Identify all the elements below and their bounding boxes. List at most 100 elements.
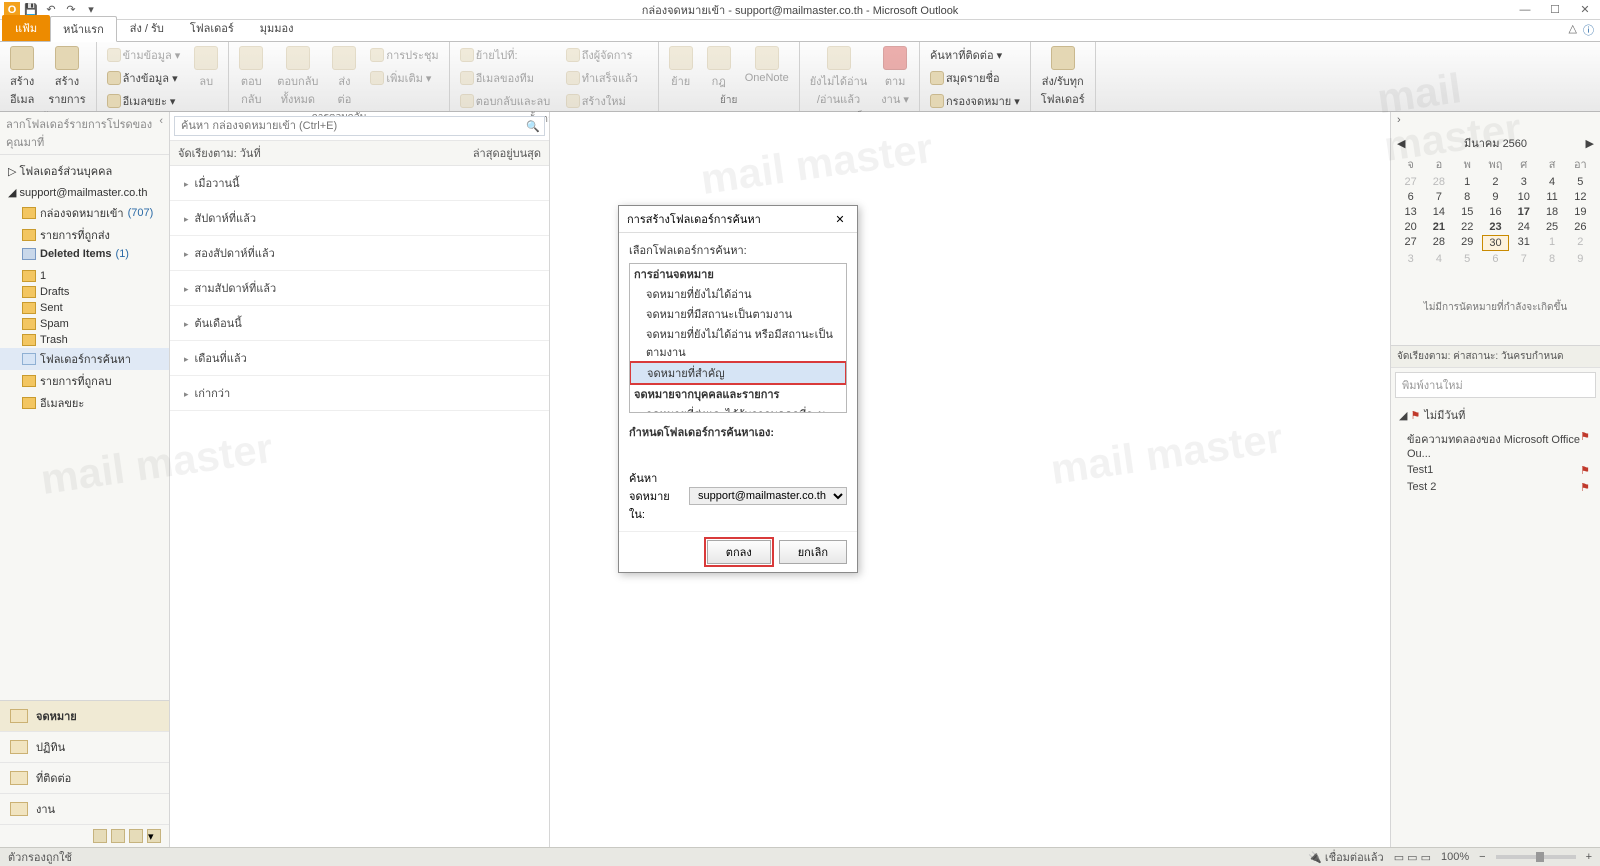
new-email-button[interactable]: สร้าง อีเมล <box>6 44 38 110</box>
view-buttons[interactable]: ▭ ▭ ▭ <box>1394 851 1431 864</box>
cal-prev-icon[interactable]: ◀ <box>1397 137 1405 150</box>
maximize-button[interactable]: ☐ <box>1540 0 1570 20</box>
nav-folder-1[interactable]: 1 <box>0 268 169 284</box>
list-item-selected[interactable]: จดหมายที่สำคัญ <box>630 362 846 384</box>
filter-mail[interactable]: กรองจดหมาย ▾ <box>926 90 1024 112</box>
sort-direction[interactable]: ล่าสุดอยู่บนสุด <box>473 144 541 162</box>
nav-search-folders[interactable]: โฟลเดอร์การค้นหา <box>0 348 169 370</box>
navbar-contacts[interactable]: ที่ติดต่อ <box>0 763 169 794</box>
sort-by-label[interactable]: จัดเรียงตาม: วันที่ <box>178 144 261 162</box>
list-group[interactable]: สามสัปดาห์ที่แล้ว <box>170 271 549 306</box>
task-item[interactable]: Test 2⚑ <box>1391 479 1600 496</box>
navbar-shortcuts[interactable]: ▾ <box>0 825 169 847</box>
quick-createnew[interactable]: สร้างใหม่ <box>562 90 652 112</box>
task-item[interactable]: Test1⚑ <box>1391 462 1600 479</box>
nav-all-deleted[interactable]: รายการที่ถูกลบ <box>0 370 169 392</box>
nav-deleted-items[interactable]: Deleted Items (1) <box>0 246 169 262</box>
no-appointments-label: ไม่มีการนัดหมายที่กำลังจะเกิดขึ้น <box>1391 270 1600 345</box>
group-move-label: ย้าย <box>665 93 793 109</box>
delete-button[interactable]: ลบ <box>190 44 222 92</box>
task-item[interactable]: ข้อความทดลองของ Microsoft Office Ou...⚑ <box>1391 428 1600 462</box>
tasks-sort-header[interactable]: จัดเรียงตาม: ค่าสถานะ: วันครบกำหนด <box>1391 346 1600 368</box>
nav-account[interactable]: ◢ support@mailmaster.co.th <box>0 183 169 202</box>
list-item[interactable]: จดหมายที่มีสถานะเป็นตามงาน <box>630 304 846 324</box>
nav-spam[interactable]: Spam <box>0 316 169 332</box>
onenote-button[interactable]: OneNote <box>741 44 793 86</box>
tab-send-receive[interactable]: ส่ง / รับ <box>117 15 177 41</box>
nav-favorites[interactable]: ▷ โฟลเดอร์ส่วนบุคคล <box>0 159 169 183</box>
forward-button[interactable]: ส่ง ต่อ <box>328 44 360 110</box>
address-book[interactable]: สมุดรายชื่อ <box>926 67 1024 89</box>
list-group[interactable]: เดือนที่แล้ว <box>170 341 549 376</box>
list-item[interactable]: จดหมายที่ส่งและได้รับจากบุคคลที่ระบุ <box>630 404 846 413</box>
list-item[interactable]: จดหมายที่ยังไม่ได้อ่าน หรือมีสถานะเป็นตา… <box>630 324 846 362</box>
todobar-collapse-icon[interactable]: › <box>1397 114 1401 126</box>
unread-button[interactable]: ยังไม่ได้อ่าน /อ่านแล้ว <box>806 44 872 110</box>
list-group[interactable]: สัปดาห์ที่แล้ว <box>170 201 549 236</box>
zoom-slider[interactable] <box>1496 855 1576 859</box>
nav-junk[interactable]: อีเมลขยะ <box>0 392 169 414</box>
tab-file[interactable]: แฟ้ม <box>2 15 50 41</box>
cal-next-icon[interactable]: ▶ <box>1586 137 1594 150</box>
new-items-button[interactable]: สร้าง รายการ <box>44 44 89 110</box>
reply-button[interactable]: ตอบ กลับ <box>235 44 267 110</box>
meeting-button[interactable]: การประชุม <box>366 44 442 66</box>
quick-tomgr[interactable]: ถึงผู้จัดการ <box>562 44 652 66</box>
quick-moveto[interactable]: ย้ายไปที่: <box>456 44 556 66</box>
zoom-in-icon[interactable]: + <box>1586 851 1592 863</box>
tab-folder[interactable]: โฟลเดอร์ <box>177 15 247 41</box>
quick-teammail[interactable]: อีเมลของทีม <box>456 67 556 89</box>
new-task-input[interactable]: พิมพ์งานใหม่ <box>1395 372 1596 398</box>
dialog-select-label: เลือกโฟลเดอร์การค้นหา: <box>629 241 847 259</box>
tab-view[interactable]: มุมมอง <box>247 15 307 41</box>
ribbon-minimize-icon[interactable]: △ <box>1569 22 1577 38</box>
navbar-mail[interactable]: จดหมาย <box>0 701 169 732</box>
navbar-calendar[interactable]: ปฏิทิน <box>0 732 169 763</box>
nav-drafts[interactable]: Drafts <box>0 284 169 300</box>
nav-sent-items[interactable]: รายการที่ถูกส่ง <box>0 224 169 246</box>
navbar-tasks[interactable]: งาน <box>0 794 169 825</box>
more-respond-button[interactable]: เพิ่มเติม ▾ <box>366 67 442 89</box>
navigation-pane: ลากโฟลเดอร์รายการโปรดของคุณมาที่‹ ▷ โฟลเ… <box>0 112 170 847</box>
calendar-grid[interactable]: จอพพฤศสอา2728123456789101112131415161718… <box>1397 154 1594 266</box>
todo-bar: › ◀ มีนาคม 2560 ▶ จอพพฤศสอา2728123456789… <box>1390 112 1600 847</box>
rules-button[interactable]: กฎ <box>703 44 735 92</box>
zoom-out-icon[interactable]: − <box>1479 851 1485 863</box>
followup-button[interactable]: ตาม งาน ▾ <box>877 44 913 110</box>
list-item[interactable]: จดหมายที่ยังไม่ได้อ่าน <box>630 284 846 304</box>
help-icon[interactable]: ⓘ <box>1583 22 1594 38</box>
nav-trash[interactable]: Trash <box>0 332 169 348</box>
find-contact[interactable]: ค้นหาที่ติดต่อ ▾ <box>926 44 1024 66</box>
close-button[interactable]: ✕ <box>1570 0 1600 20</box>
junk-button[interactable]: อีเมลขยะ ▾ <box>103 90 185 112</box>
mailbox-select[interactable]: support@mailmaster.co.th <box>689 487 847 505</box>
ok-button[interactable]: ตกลง <box>707 540 771 564</box>
dialog-customize-label: กำหนดโฟลเดอร์การค้นหาเอง: <box>629 423 847 441</box>
search-input[interactable] <box>175 117 522 135</box>
list-group[interactable]: เก่ากว่า <box>170 376 549 411</box>
list-category: จดหมายจากบุคคลและรายการ <box>630 384 846 404</box>
dialog-close-icon[interactable]: ✕ <box>831 210 849 228</box>
nav-sent[interactable]: Sent <box>0 300 169 316</box>
ignore-button[interactable]: ข้ามข้อมูล ▾ <box>103 44 185 66</box>
minimize-button[interactable]: — <box>1510 0 1540 20</box>
dialog-title: การสร้างโฟลเดอร์การค้นหา <box>627 210 761 228</box>
nav-collapse-icon[interactable]: ‹ <box>159 115 163 151</box>
move-button[interactable]: ย้าย <box>665 44 697 92</box>
list-group[interactable]: เมื่อวานนี้ <box>170 166 549 201</box>
search-folder-type-list[interactable]: การอ่านจดหมาย จดหมายที่ยังไม่ได้อ่าน จดห… <box>629 263 847 413</box>
cancel-button[interactable]: ยกเลิก <box>779 540 847 564</box>
task-group-nodate[interactable]: ◢ ⚑ไม่มีวันที่ <box>1391 402 1600 428</box>
reply-all-button[interactable]: ตอบกลับ ทั้งหมด <box>273 44 322 110</box>
cleanup-button[interactable]: ล้างข้อมูล ▾ <box>103 67 185 89</box>
search-box[interactable]: 🔍 <box>174 116 545 136</box>
date-navigator: ◀ มีนาคม 2560 ▶ จอพพฤศสอา272812345678910… <box>1391 128 1600 270</box>
list-group[interactable]: ต้นเดือนนี้ <box>170 306 549 341</box>
send-receive-all-button[interactable]: ส่ง/รับทุก โฟลเดอร์ <box>1037 44 1089 110</box>
quick-done[interactable]: ทำเสร็จแล้ว <box>562 67 652 89</box>
tab-home[interactable]: หน้าแรก <box>50 16 117 42</box>
list-group[interactable]: สองสัปดาห์ที่แล้ว <box>170 236 549 271</box>
search-icon[interactable]: 🔍 <box>522 117 544 135</box>
quick-replydel[interactable]: ตอบกลับและลบ <box>456 90 556 112</box>
nav-inbox[interactable]: กล่องจดหมายเข้า (707) <box>0 202 169 224</box>
